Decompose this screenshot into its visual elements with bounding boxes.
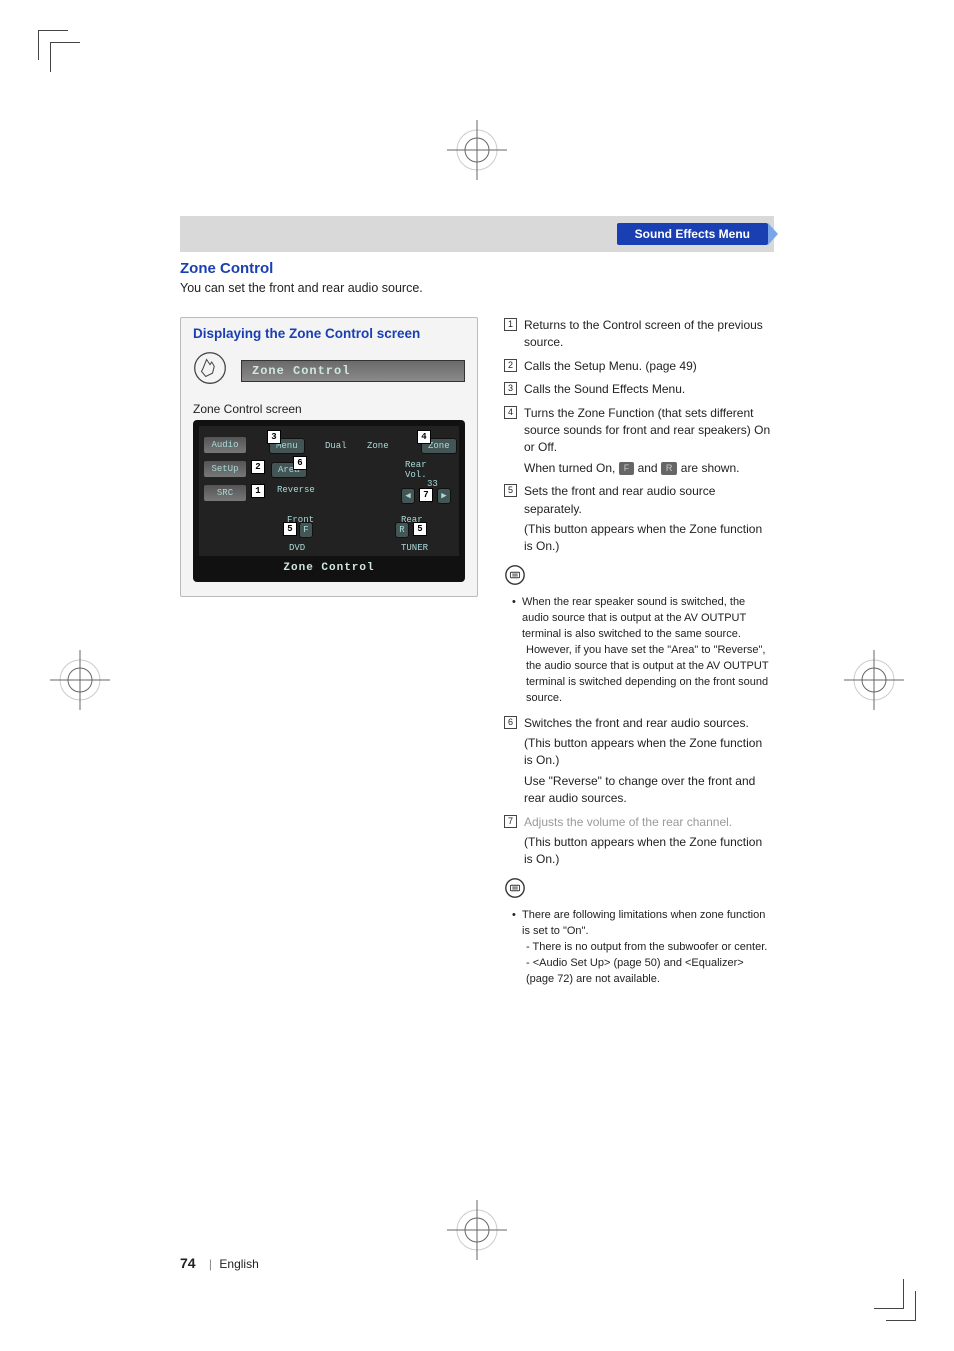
note-icon: [504, 564, 774, 591]
registration-mark-icon: [447, 1200, 507, 1260]
ui-rear-tag: R: [395, 522, 409, 538]
callout-7: 7: [419, 488, 433, 502]
ui-dvd-label: DVD: [283, 540, 311, 556]
page-language: English: [219, 1257, 258, 1271]
note1-a: When the rear speaker sound is switched,…: [522, 596, 746, 640]
crop-corner: [50, 42, 80, 72]
boxnum-7: 7: [504, 815, 517, 828]
callout-2: 2: [251, 460, 265, 474]
ui-zone-header: Zone: [361, 438, 395, 454]
note-block-2: There are following limitations when zon…: [504, 908, 774, 988]
ui-side-button-src: SRC: [203, 484, 247, 502]
screenshot-caption: Zone Control screen: [193, 402, 465, 416]
boxnum-4: 4: [504, 406, 517, 419]
boxnum-2: 2: [504, 359, 517, 372]
callout-1: 1: [251, 484, 265, 498]
callout-5b: 5: [413, 522, 427, 536]
boxnum-6: 6: [504, 716, 517, 729]
touch-label-text: Zone Control: [252, 364, 350, 378]
section-banner-pill: Sound Effects Menu: [617, 223, 768, 245]
touch-hand-icon: [193, 351, 227, 390]
callout-4: 4: [417, 430, 431, 444]
desc-item-1: 1Returns to the Control screen of the pr…: [504, 317, 774, 352]
desc-item-6: 6Switches the front and rear audio sourc…: [504, 715, 774, 732]
boxnum-5: 5: [504, 484, 517, 497]
crop-corner: [874, 1279, 904, 1309]
desc-item-5b: (This button appears when the Zone funct…: [504, 521, 774, 556]
ui-vol-left-icon: ◀: [401, 488, 415, 504]
callout-5a: 5: [283, 522, 297, 536]
ui-reverse-label: Reverse: [271, 482, 321, 498]
registration-mark-icon: [50, 650, 110, 710]
callout-6: 6: [293, 456, 307, 470]
footer-separator: |: [209, 1257, 212, 1271]
ui-tuner-label: TUNER: [395, 540, 434, 556]
desc-item-6b: (This button appears when the Zone funct…: [504, 735, 774, 770]
page: Sound Effects Menu Zone Control You can …: [0, 0, 954, 1351]
ui-screenshot-footer: Zone Control: [199, 556, 459, 576]
ui-dual-label: Dual: [319, 438, 353, 454]
ui-screenshot: Audio SetUp SRC 2 1 3 Menu Dual Zone 4: [193, 420, 465, 582]
touch-label: Zone Control: [241, 360, 465, 382]
registration-mark-icon: [844, 650, 904, 710]
desc-item-7b: (This button appears when the Zone funct…: [504, 834, 774, 869]
desc-item-4b: When turned On, F and R are shown.: [504, 460, 774, 477]
page-body: Zone Control You can set the front and r…: [180, 260, 774, 991]
desc-item-4: 4Turns the Zone Function (that sets diff…: [504, 405, 774, 457]
note1-b: However, if you have set the "Area" to "…: [522, 643, 774, 707]
section-banner: Sound Effects Menu: [180, 216, 774, 252]
touch-row: Zone Control: [193, 351, 465, 390]
note-block-1: When the rear speaker sound is switched,…: [504, 595, 774, 707]
desc-item-7: 7Adjusts the volume of the rear channel.: [504, 814, 774, 831]
ui-side-button-audio: Audio: [203, 436, 247, 454]
f-tag-icon: F: [619, 462, 635, 475]
registration-mark-icon: [447, 120, 507, 180]
section-banner-title: Sound Effects Menu: [635, 227, 750, 241]
note2-b: - There is no output from the subwoofer …: [522, 940, 774, 956]
instruction-box: Displaying the Zone Control screen Zone …: [180, 317, 478, 597]
note-icon: [504, 877, 774, 904]
boxnum-1: 1: [504, 318, 517, 331]
boxnum-3: 3: [504, 382, 517, 395]
callout-3: 3: [267, 430, 281, 444]
instruction-box-title: Displaying the Zone Control screen: [193, 326, 465, 341]
desc-item-6c: Use "Reverse" to change over the front a…: [504, 773, 774, 808]
page-footer: 74 | English: [180, 1255, 259, 1271]
note2-a: There are following limitations when zon…: [522, 909, 765, 937]
section-subtext: You can set the front and rear audio sou…: [180, 281, 774, 295]
description-column: 1Returns to the Control screen of the pr…: [504, 317, 774, 991]
ui-vol-right-icon: ▶: [437, 488, 451, 504]
note2-c: - <Audio Set Up> (page 50) and <Equalize…: [522, 956, 774, 988]
desc-item-2: 2Calls the Setup Menu. (page 49): [504, 358, 774, 375]
desc-item-5: 5Sets the front and rear audio source se…: [504, 483, 774, 518]
page-number: 74: [180, 1255, 196, 1271]
ui-side-button-setup: SetUp: [203, 460, 247, 478]
section-heading: Zone Control: [180, 260, 774, 277]
r-tag-icon: R: [661, 462, 678, 475]
ui-front-tag: F: [299, 522, 313, 538]
desc-item-3: 3Calls the Sound Effects Menu.: [504, 381, 774, 398]
